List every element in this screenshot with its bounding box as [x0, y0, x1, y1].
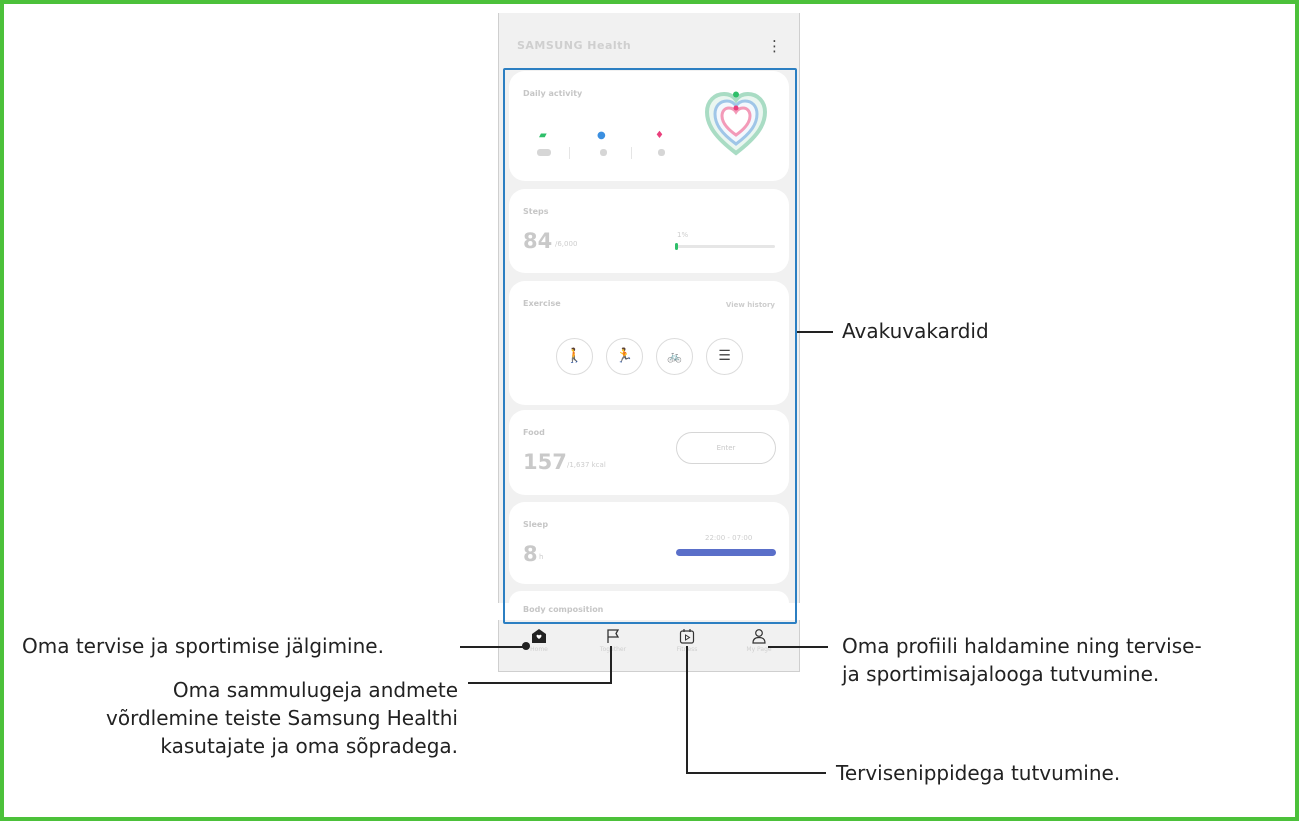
calories-flame-icon: ♦ — [655, 130, 664, 141]
callout-line-home-cards — [797, 331, 833, 333]
callout-together-2: võrdlemine teiste Samsung Healthi — [106, 706, 458, 730]
steps-goal: /6,000 — [555, 240, 578, 248]
cycling-icon: 🚲 — [667, 349, 682, 363]
flag-icon — [607, 629, 620, 643]
exercise-card[interactable]: Exercise View history 🚶 🏃 🚲 ☰ — [509, 281, 789, 405]
sleep-card[interactable]: Sleep 8 h 22:00 - 07:00 — [509, 502, 789, 584]
callout-line-fitness-h — [686, 772, 826, 774]
daily-activity-card[interactable]: Daily activity ▰ 152 ● 8 ♦ 8 — [509, 71, 789, 181]
activity-heart-rings-icon — [705, 91, 767, 156]
callout-fitness: Tervisenippidega tutvumine. — [836, 761, 1121, 785]
steps-shoe-icon: ▰ — [539, 130, 547, 141]
view-history-link[interactable]: View history — [726, 301, 775, 309]
food-card[interactable]: Food 157 /1,637 kcal Enter — [509, 410, 789, 495]
running-icon: 🏃 — [615, 348, 634, 364]
food-enter-button[interactable]: Enter — [676, 432, 776, 464]
sleep-unit: h — [539, 553, 544, 561]
body-composition-title: Body composition — [523, 605, 604, 614]
sleep-value: 8 — [523, 542, 538, 566]
walking-icon: 🚶 — [565, 348, 584, 364]
bottom-navigation: Home Together Fitness My Page — [498, 620, 800, 672]
callout-dot-home — [522, 642, 530, 650]
sleep-range: 22:00 - 07:00 — [705, 534, 753, 542]
callout-home: Oma tervise ja sportimise jälgimine. — [22, 634, 384, 658]
food-value: 157 — [523, 450, 567, 474]
steps-value: 84 — [523, 229, 553, 253]
daily-steps-value-bar — [537, 149, 551, 156]
home-icon — [532, 629, 546, 643]
nav-home[interactable]: Home — [509, 628, 569, 660]
daily-calories-value-bar — [658, 149, 665, 156]
callout-line-together-v — [610, 646, 612, 684]
callout-line-home — [460, 646, 526, 648]
steps-progress-label: 1% — [677, 231, 689, 239]
person-icon — [752, 629, 766, 644]
steps-progress-fill — [675, 243, 678, 250]
sleep-title: Sleep — [523, 520, 549, 529]
app-bar: SAMSUNG Health ⋮ — [499, 13, 799, 69]
daily-activity-title: Daily activity — [523, 89, 583, 98]
food-goal: /1,637 kcal — [567, 461, 606, 469]
list-icon: ☰ — [718, 348, 731, 364]
more-options-icon[interactable]: ⋮ — [767, 37, 782, 55]
divider — [569, 147, 570, 159]
running-button[interactable]: 🏃 — [606, 338, 643, 375]
food-title: Food — [523, 428, 545, 437]
callout-mypage-2: ja sportimisajalooga tutvumine. — [842, 662, 1160, 686]
steps-title: Steps — [523, 207, 549, 216]
callout-home-cards: Avakuvakardid — [842, 319, 989, 343]
callout-line-fitness-v — [686, 646, 688, 774]
nav-together[interactable]: Together — [583, 628, 643, 660]
play-calendar-icon — [679, 629, 695, 644]
exercise-title: Exercise — [523, 299, 561, 308]
steps-progress-track — [675, 243, 775, 250]
callout-together-1: Oma sammulugeja andmete — [172, 678, 458, 702]
nav-together-label: Together — [599, 646, 627, 653]
active-time-clock-icon: ● — [597, 130, 606, 141]
app-title: SAMSUNG Health — [517, 39, 632, 52]
divider — [631, 147, 632, 159]
steps-card[interactable]: Steps 84 /6,000 1% — [509, 189, 789, 273]
callout-together-3: kasutajate ja oma sõpradega. — [160, 734, 458, 758]
body-composition-card[interactable]: Body composition — [509, 591, 789, 614]
callout-line-together-h — [468, 682, 612, 684]
nav-mypage[interactable]: My Page — [729, 628, 789, 660]
callout-mypage-1: Oma profiili haldamine ning tervise- — [842, 634, 1202, 658]
phone-screen: SAMSUNG Health ⋮ Daily activity ▰ 152 ● … — [498, 13, 800, 614]
more-exercises-button[interactable]: ☰ — [706, 338, 743, 375]
cycling-button[interactable]: 🚲 — [656, 338, 693, 375]
sleep-bar — [676, 549, 776, 556]
walking-button[interactable]: 🚶 — [556, 338, 593, 375]
callout-line-mypage — [768, 646, 828, 648]
daily-time-value-bar — [600, 149, 607, 156]
